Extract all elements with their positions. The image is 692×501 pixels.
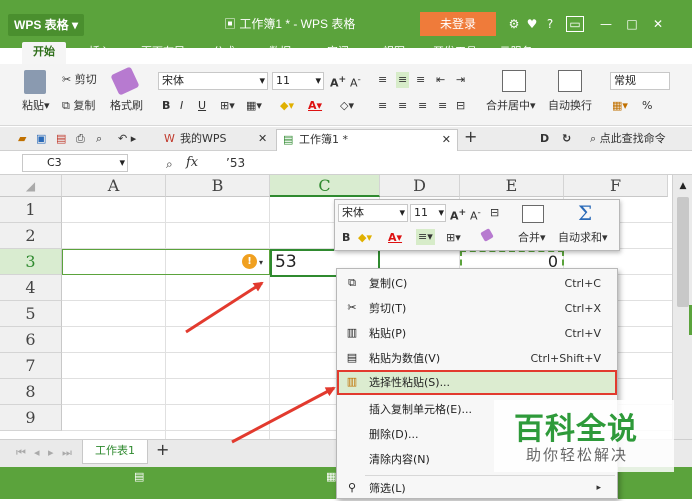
annotation-arrow-to-menu (231, 386, 336, 444)
watermark-subtitle: 助你轻松解决 (526, 446, 629, 464)
watermark: 百科全说 助你轻松解决 (494, 400, 674, 472)
watermark-title: 百科全说 (514, 412, 638, 447)
annotation-arrow-to-cell (185, 281, 264, 334)
